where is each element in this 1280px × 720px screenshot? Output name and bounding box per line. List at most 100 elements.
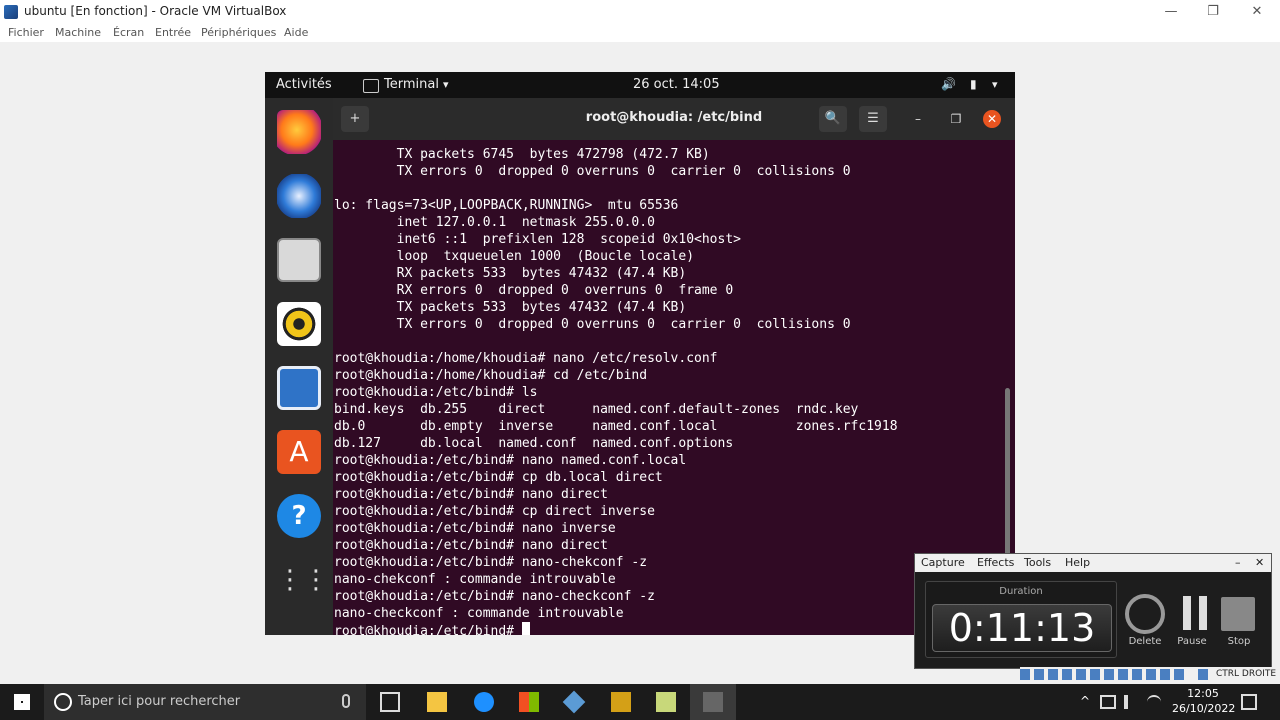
network-tray-icon[interactable] <box>1147 695 1161 709</box>
stop-icon[interactable] <box>1221 597 1255 631</box>
taskbar-time: 12:05 <box>1187 687 1219 700</box>
thunderbird-icon[interactable] <box>277 174 321 218</box>
terminal-prompt: root@khoudia:/etc/bind# <box>334 624 522 635</box>
terminal-close-button[interactable]: ✕ <box>983 110 1001 128</box>
delete-icon[interactable] <box>1125 594 1165 634</box>
app-menu-terminal[interactable]: Terminal <box>384 77 439 92</box>
file-explorer-icon[interactable] <box>427 692 447 712</box>
menu-fichier[interactable]: Fichier <box>8 26 44 39</box>
gnome-topbar: Activités Terminal ▾ 26 oct. 14:05 🔊 ▮ ▾ <box>265 72 1015 98</box>
maximize-button[interactable]: ❐ <box>1198 2 1228 22</box>
vbox-status-strip: CTRL DROITE <box>1020 667 1280 683</box>
terminal-line: TX errors 0 dropped 0 overruns 0 carrier… <box>334 164 851 179</box>
recorder-menu-capture[interactable]: Capture <box>921 556 965 569</box>
activities-button[interactable]: Activités <box>276 77 332 92</box>
search-icon[interactable]: 🔍 <box>819 106 847 132</box>
topbar-clock[interactable]: 26 oct. 14:05 <box>633 77 720 92</box>
terminal-line: RX errors 0 dropped 0 overruns 0 frame 0 <box>334 283 734 298</box>
firefox-icon[interactable] <box>277 110 321 154</box>
menu-entree[interactable]: Entrée <box>155 26 191 39</box>
battery-tray-icon[interactable] <box>1100 695 1116 709</box>
terminal-minimize-button[interactable]: – <box>907 108 929 130</box>
menu-peripheriques[interactable]: Périphériques <box>201 26 276 39</box>
terminal-line: root@khoudia:/home/khoudia# nano /etc/re… <box>334 351 718 366</box>
recorder-close-button[interactable]: ✕ <box>1255 556 1264 569</box>
terminal-line: root@khoudia:/etc/bind# cp direct invers… <box>334 504 655 519</box>
terminal-prompt-line[interactable]: root@khoudia:/etc/bind# <box>334 622 530 635</box>
virtualbox-icon <box>4 5 18 19</box>
recorder-menubar: Capture Effects Tools Help – ✕ <box>915 554 1271 572</box>
menu-ecran[interactable]: Écran <box>113 26 144 39</box>
recorder-menu-help[interactable]: Help <box>1065 556 1090 569</box>
show-hidden-icons-chevron[interactable]: ^ <box>1080 694 1090 708</box>
minimize-button[interactable]: — <box>1156 2 1186 22</box>
volume-tray-icon[interactable] <box>1124 695 1138 709</box>
ubuntu-dock: A ? ⋮⋮⋮ <box>265 98 355 635</box>
stop-label: Stop <box>1227 636 1251 647</box>
terminal-line: loop txqueuelen 1000 (Boucle locale) <box>334 249 695 264</box>
chevron-down-icon: ▾ <box>443 78 449 91</box>
terminal-line: db.0 db.empty inverse named.conf.local z… <box>334 419 898 434</box>
ubuntu-software-icon[interactable]: A <box>277 430 321 474</box>
task-view-icon[interactable] <box>380 692 400 712</box>
show-applications-icon[interactable]: ⋮⋮⋮ <box>277 558 355 602</box>
terminal-line: nano-chekconf : commande introuvable <box>334 572 616 587</box>
recorder-minimize-button[interactable]: – <box>1235 556 1241 569</box>
windows-taskbar: Taper ici pour rechercher ^ 12:05 26/10/… <box>0 684 1280 720</box>
recorder-taskbar-icon <box>703 692 723 712</box>
taskbar-clock[interactable]: 12:05 26/10/2022 <box>1172 686 1235 716</box>
libreoffice-writer-icon[interactable] <box>277 366 321 410</box>
terminal-line: root@khoudia:/etc/bind# nano inverse <box>334 521 616 536</box>
delete-label: Delete <box>1128 636 1162 647</box>
pause-icon[interactable] <box>1177 594 1217 634</box>
taskbar-search-box[interactable]: Taper ici pour rechercher <box>44 684 366 720</box>
menu-aide[interactable]: Aide <box>284 26 308 39</box>
window-title: ubuntu [En fonction] - Oracle VM Virtual… <box>24 4 287 18</box>
search-icon <box>54 693 72 711</box>
search-placeholder: Taper ici pour rechercher <box>78 694 241 709</box>
terminal-line: bind.keys db.255 direct named.conf.defau… <box>334 402 859 417</box>
vbox-status-icons[interactable] <box>1020 669 1188 680</box>
terminal-headerbar: + root@khoudia: /etc/bind 🔍 ☰ – ❐ ✕ <box>333 98 1015 140</box>
terminal-line: nano-checkconf : commande introuvable <box>334 606 624 621</box>
terminal-line: inet 127.0.0.1 netmask 255.0.0.0 <box>334 215 655 230</box>
terminal-line: root@khoudia:/etc/bind# ls <box>334 385 538 400</box>
volume-icon[interactable]: 🔊 <box>941 77 956 91</box>
terminal-line: root@khoudia:/etc/bind# nano direct <box>334 538 608 553</box>
notifications-icon[interactable] <box>1241 694 1257 710</box>
active-app-highlight[interactable] <box>690 684 736 720</box>
edge-icon[interactable] <box>474 692 494 712</box>
terminal-line: root@khoudia:/etc/bind# cp db.local dire… <box>334 470 663 485</box>
close-button[interactable]: ✕ <box>1242 2 1272 22</box>
recorder-menu-effects[interactable]: Effects <box>977 556 1014 569</box>
terminal-window[interactable]: + root@khoudia: /etc/bind 🔍 ☰ – ❐ ✕ TX p… <box>333 98 1015 635</box>
menu-machine[interactable]: Machine <box>55 26 101 39</box>
duration-box: Duration 0:11:13 <box>925 581 1117 658</box>
host-key-arrow-icon <box>1198 669 1208 680</box>
help-icon[interactable]: ? <box>277 494 321 538</box>
terminal-line: inet6 ::1 prefixlen 128 scopeid 0x10<hos… <box>334 232 741 247</box>
terminal-line: root@khoudia:/etc/bind# nano named.conf.… <box>334 453 687 468</box>
duration-timer: 0:11:13 <box>932 604 1112 652</box>
microphone-icon[interactable] <box>342 694 350 708</box>
recorder-menu-tools[interactable]: Tools <box>1024 556 1051 569</box>
hamburger-menu-icon[interactable]: ☰ <box>859 106 887 132</box>
terminal-line: TX errors 0 dropped 0 overruns 0 carrier… <box>334 317 851 332</box>
system-menu-chevron-icon[interactable]: ▾ <box>992 78 998 91</box>
store-icon[interactable] <box>519 692 539 712</box>
terminal-line: root@khoudia:/etc/bind# nano-chekconf -z <box>334 555 648 570</box>
notes-taskbar-icon[interactable] <box>656 692 676 712</box>
terminal-maximize-button[interactable]: ❐ <box>945 108 967 130</box>
terminal-line: TX packets 533 bytes 47432 (47.4 KB) <box>334 300 687 315</box>
terminal-line: lo: flags=73<UP,LOOPBACK,RUNNING> mtu 65… <box>334 198 679 213</box>
guest-screen[interactable]: Activités Terminal ▾ 26 oct. 14:05 🔊 ▮ ▾… <box>265 72 1015 635</box>
terminal-line: db.127 db.local named.conf named.conf.op… <box>334 436 734 451</box>
windows-start-icon[interactable] <box>14 694 30 710</box>
terminal-cursor <box>521 622 530 635</box>
virtualbox-taskbar-icon[interactable] <box>562 690 586 714</box>
battery-icon[interactable]: ▮ <box>970 77 977 91</box>
app-taskbar-icon[interactable] <box>611 692 631 712</box>
rhythmbox-icon[interactable] <box>277 302 321 346</box>
files-icon[interactable] <box>277 238 321 282</box>
terminal-output[interactable]: TX packets 6745 bytes 472798 (472.7 KB) … <box>333 146 1003 635</box>
